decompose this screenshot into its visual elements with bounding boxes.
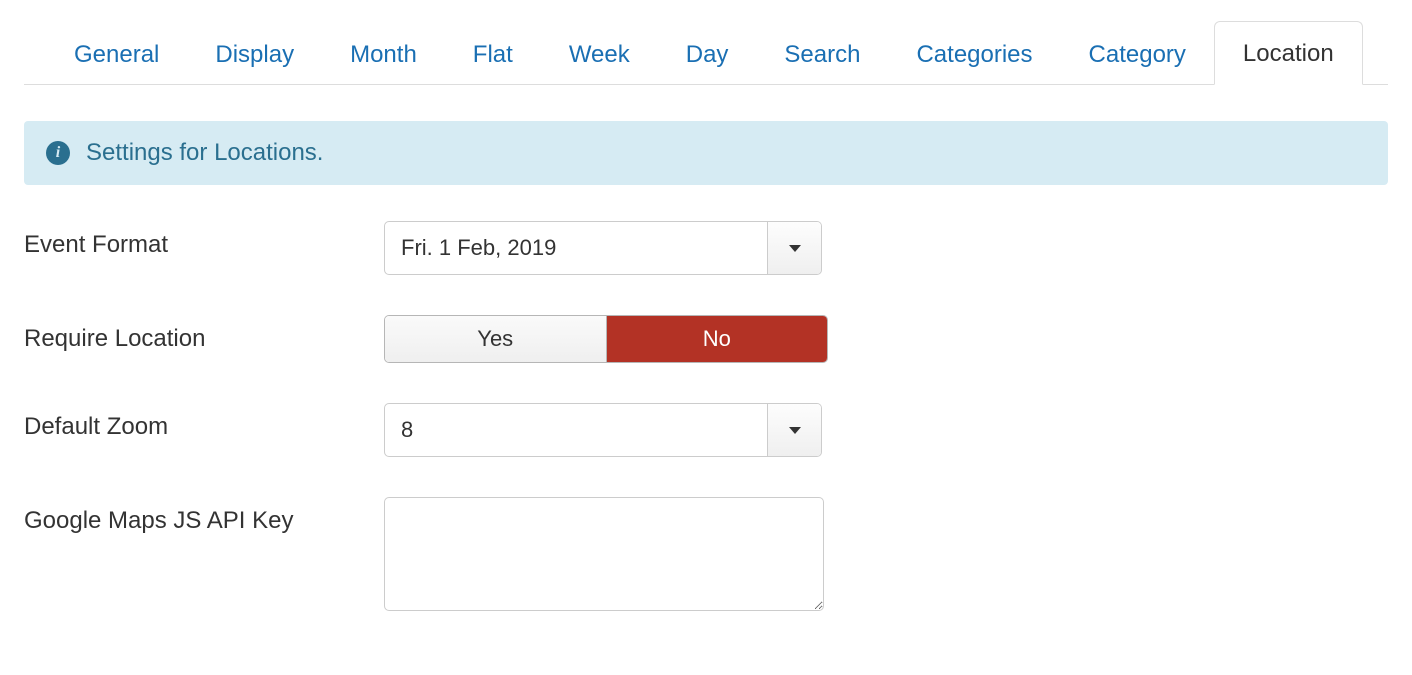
select-event-format[interactable]: Fri. 1 Feb, 2019 [384,221,822,275]
toggle-require-location-yes[interactable]: Yes [385,316,606,362]
tabs: General Display Month Flat Week Day Sear… [24,20,1388,85]
select-event-format-value: Fri. 1 Feb, 2019 [385,222,767,274]
label-api-key: Google Maps JS API Key [24,497,384,535]
label-event-format: Event Format [24,221,384,259]
toggle-require-location-no[interactable]: No [606,316,828,362]
info-icon: i [46,141,70,165]
row-api-key: Google Maps JS API Key [24,497,1388,611]
info-text: Settings for Locations. [86,139,323,167]
label-default-zoom: Default Zoom [24,403,384,441]
row-require-location: Require Location Yes No [24,315,1388,363]
tab-day[interactable]: Day [658,23,757,85]
tab-search[interactable]: Search [756,23,888,85]
tab-location[interactable]: Location [1214,21,1363,85]
tab-month[interactable]: Month [322,23,445,85]
row-event-format: Event Format Fri. 1 Feb, 2019 [24,221,1388,275]
select-default-zoom-caret[interactable] [767,404,821,456]
textarea-api-key[interactable] [384,497,824,611]
label-require-location: Require Location [24,315,384,353]
tab-category[interactable]: Category [1061,23,1214,85]
tab-categories[interactable]: Categories [888,23,1060,85]
info-alert: i Settings for Locations. [24,121,1388,185]
select-event-format-caret[interactable] [767,222,821,274]
tab-general[interactable]: General [46,23,187,85]
row-default-zoom: Default Zoom 8 [24,403,1388,457]
caret-down-icon [789,245,801,252]
tab-display[interactable]: Display [187,23,322,85]
select-default-zoom-value: 8 [385,404,767,456]
tab-week[interactable]: Week [541,23,658,85]
tab-flat[interactable]: Flat [445,23,541,85]
select-default-zoom[interactable]: 8 [384,403,822,457]
toggle-require-location: Yes No [384,315,828,363]
caret-down-icon [789,427,801,434]
